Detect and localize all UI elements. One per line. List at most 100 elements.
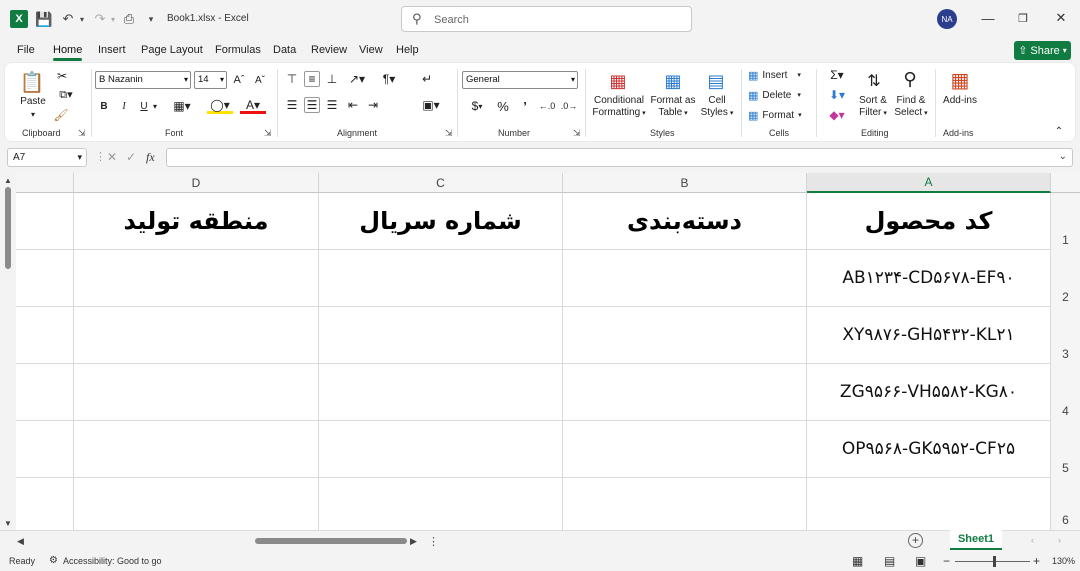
- fill-color-icon[interactable]: ◯▾: [207, 98, 233, 114]
- cell-b6[interactable]: [563, 478, 807, 530]
- cell-a5[interactable]: OP۹۵۶۸-GK۵۹۵۲-CF۲۵: [807, 421, 1051, 478]
- column-header-blank[interactable]: [16, 173, 74, 193]
- clipboard-launcher-icon[interactable]: ⇲: [78, 128, 86, 139]
- cell-blank[interactable]: [16, 193, 74, 250]
- borders-icon[interactable]: ▦▾: [170, 98, 194, 114]
- format-painter-icon[interactable]: 🖌: [53, 108, 68, 122]
- delete-cells-button[interactable]: ▦ Delete ▾: [748, 88, 808, 102]
- more-options-icon[interactable]: ⋮: [95, 150, 106, 163]
- align-middle-icon[interactable]: ≡: [304, 71, 320, 87]
- cell-styles-icon[interactable]: ▤: [704, 69, 728, 93]
- insert-cells-button[interactable]: ▦ Insert ▾: [748, 68, 808, 82]
- cell-c2[interactable]: [319, 250, 563, 307]
- tab-formulas[interactable]: Formulas: [215, 44, 261, 56]
- undo-icon[interactable]: ↶: [60, 10, 76, 28]
- horizontal-scroll-thumb[interactable]: [255, 538, 407, 544]
- tab-insert[interactable]: Insert: [98, 44, 126, 56]
- decrease-decimal-icon[interactable]: .0→: [561, 98, 578, 114]
- conditional-formatting-icon[interactable]: ▦: [606, 69, 630, 93]
- cell-c1[interactable]: شماره سریال: [319, 193, 563, 250]
- cell-a6[interactable]: [807, 478, 1051, 530]
- align-center-icon[interactable]: ☰: [304, 97, 320, 113]
- increase-indent-icon[interactable]: ⇥: [366, 97, 380, 113]
- font-color-icon[interactable]: A▾: [240, 98, 266, 114]
- align-right-icon[interactable]: ☰: [325, 97, 339, 113]
- cell-c4[interactable]: [319, 364, 563, 421]
- tab-page-layout[interactable]: Page Layout: [141, 44, 203, 56]
- paste-button[interactable]: Paste: [20, 96, 46, 108]
- cell-c6[interactable]: [319, 478, 563, 530]
- tab-view[interactable]: View: [359, 44, 383, 56]
- cell-c3[interactable]: [319, 307, 563, 364]
- insert-function-button[interactable]: fx: [146, 150, 155, 165]
- cell-b3[interactable]: [563, 307, 807, 364]
- currency-button[interactable]: $ ▾: [466, 98, 488, 114]
- find-select-button[interactable]: Find & Select ▾: [891, 95, 931, 120]
- align-left-icon[interactable]: ☰: [285, 97, 299, 113]
- chevron-down-icon[interactable]: ▾: [28, 109, 38, 121]
- zoom-out-icon[interactable]: −: [943, 554, 950, 568]
- scroll-right-icon[interactable]: ▶: [410, 536, 417, 547]
- font-launcher-icon[interactable]: ⇲: [264, 128, 272, 139]
- number-launcher-icon[interactable]: ⇲: [573, 128, 581, 139]
- more-options-icon[interactable]: ⋮: [428, 535, 439, 548]
- cell-b1[interactable]: دسته‌بندی: [563, 193, 807, 250]
- cell-d1[interactable]: منطقه تولید: [74, 193, 319, 250]
- customize-toolbar-icon[interactable]: ▾: [146, 10, 156, 28]
- tab-data[interactable]: Data: [273, 44, 296, 56]
- save-icon[interactable]: 💾: [35, 10, 52, 28]
- format-cells-button[interactable]: ▦ Format ▾: [748, 108, 808, 122]
- orientation-icon[interactable]: ↗▾: [345, 71, 369, 87]
- align-top-icon[interactable]: ⊤: [285, 71, 299, 87]
- zoom-slider-handle[interactable]: [993, 556, 996, 567]
- italic-button[interactable]: I: [118, 98, 130, 114]
- cell-b4[interactable]: [563, 364, 807, 421]
- vertical-scroll-thumb[interactable]: [5, 187, 11, 269]
- scroll-down-icon[interactable]: ▼: [4, 519, 12, 528]
- bold-button[interactable]: B: [98, 98, 110, 114]
- number-format-select[interactable]: General ▾: [462, 71, 578, 89]
- cell-a1[interactable]: کد محصول: [807, 193, 1051, 250]
- align-bottom-icon[interactable]: ⊥: [325, 71, 339, 87]
- font-size-select[interactable]: 14 ▾: [194, 71, 227, 89]
- alignment-launcher-icon[interactable]: ⇲: [445, 128, 453, 139]
- format-as-table-button[interactable]: Format as Table ▾: [648, 95, 698, 120]
- wrap-text-icon[interactable]: ↵: [420, 71, 434, 87]
- cell-blank[interactable]: [16, 421, 74, 478]
- tab-review[interactable]: Review: [311, 44, 347, 56]
- minimize-icon[interactable]: —: [980, 10, 996, 26]
- text-direction-icon[interactable]: ¶▾: [377, 71, 401, 87]
- redo-dropdown-icon[interactable]: ▾: [109, 10, 117, 28]
- cell-c5[interactable]: [319, 421, 563, 478]
- cell-d5[interactable]: [74, 421, 319, 478]
- column-header-c[interactable]: C: [319, 173, 563, 193]
- formula-input[interactable]: ⌄: [166, 148, 1073, 167]
- row-header-2[interactable]: 2: [1051, 250, 1080, 307]
- percent-button[interactable]: %: [496, 98, 510, 114]
- copy-icon[interactable]: ⧉▾: [53, 88, 79, 102]
- tab-file[interactable]: File: [17, 44, 35, 56]
- column-header-d[interactable]: D: [74, 173, 319, 193]
- fill-icon[interactable]: ⬇▾: [825, 88, 849, 102]
- autosum-icon[interactable]: Σ▾: [825, 68, 849, 82]
- accessibility-icon[interactable]: ⚙: [49, 555, 58, 566]
- redo-icon[interactable]: ↷: [92, 10, 108, 28]
- clear-icon[interactable]: ◆▾: [825, 108, 849, 122]
- underline-button[interactable]: U: [138, 98, 150, 114]
- cell-a4[interactable]: ZG۹۵۶۶-VH۵۵۸۲-KG۸۰: [807, 364, 1051, 421]
- column-header-a[interactable]: A: [807, 173, 1051, 193]
- conditional-formatting-button[interactable]: Conditional Formatting ▾: [589, 95, 649, 120]
- add-ins-icon[interactable]: ▦: [948, 68, 972, 92]
- share-button[interactable]: ⇧ Share ▾: [1014, 41, 1071, 60]
- merge-center-icon[interactable]: ▣▾: [419, 97, 443, 113]
- cell-a3[interactable]: XY۹۸۷۶-GH۵۴۳۲-KL۲۱: [807, 307, 1051, 364]
- cell-a2[interactable]: AB۱۲۳۴-CD۵۶۷۸-EF۹۰: [807, 250, 1051, 307]
- cell-styles-button[interactable]: Cell Styles ▾: [695, 95, 739, 120]
- add-sheet-icon[interactable]: +: [908, 533, 923, 548]
- cell-d2[interactable]: [74, 250, 319, 307]
- cell-blank[interactable]: [16, 478, 74, 530]
- row-header-5[interactable]: 5: [1051, 421, 1080, 478]
- scroll-left-icon[interactable]: ◀: [17, 536, 24, 547]
- cell-blank[interactable]: [16, 364, 74, 421]
- normal-view-icon[interactable]: ▦: [852, 554, 863, 568]
